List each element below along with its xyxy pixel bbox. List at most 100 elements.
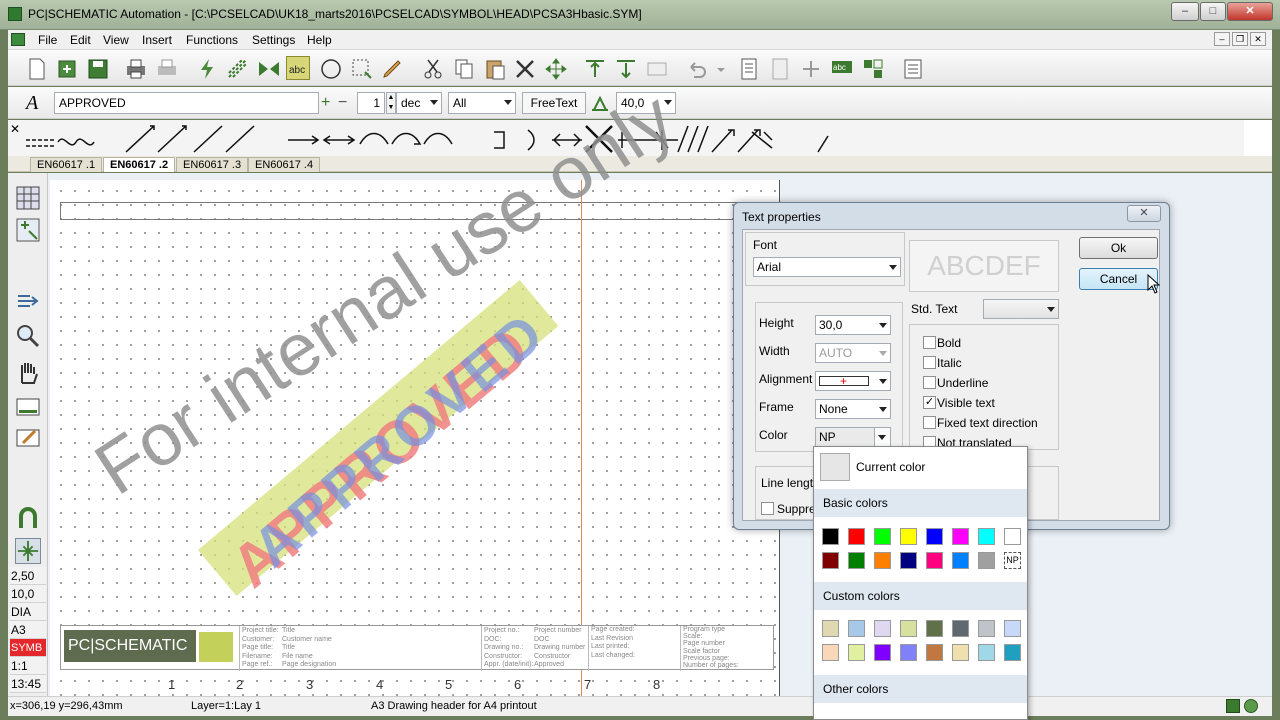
color-swatch[interactable] — [978, 552, 995, 569]
color-swatch[interactable] — [900, 552, 917, 569]
magnet-icon[interactable] — [15, 506, 41, 532]
color-swatch[interactable] — [874, 552, 891, 569]
symbol-palette[interactable] — [22, 122, 862, 156]
new-icon[interactable] — [24, 56, 48, 80]
paste-icon[interactable] — [482, 56, 506, 80]
color-swatch[interactable] — [1004, 620, 1021, 637]
color-swatch[interactable] — [978, 620, 995, 637]
width-select[interactable]: AUTO — [815, 343, 891, 363]
insert-arrow-icon[interactable] — [15, 288, 41, 314]
color-swatch[interactable] — [900, 644, 917, 661]
color-swatch[interactable] — [874, 620, 891, 637]
drawing-sheet[interactable]: For internal use only APPROVED APPROVED … — [50, 76, 780, 696]
page-view-icon[interactable] — [15, 394, 41, 420]
components-icon[interactable] — [860, 56, 884, 80]
align-down-icon[interactable] — [613, 56, 637, 80]
mdi-minimize-button[interactable]: – — [1214, 32, 1230, 46]
color-swatch[interactable] — [952, 644, 969, 661]
fixed-direction-checkbox[interactable] — [923, 416, 936, 429]
list-icon[interactable] — [900, 56, 924, 80]
color-swatch[interactable] — [926, 552, 943, 569]
symbol-mode-badge[interactable]: SYMB — [10, 639, 46, 657]
color-swatch[interactable] — [822, 644, 839, 661]
color-swatch[interactable] — [822, 552, 839, 569]
save-icon[interactable] — [85, 56, 109, 80]
connect-icon[interactable] — [256, 56, 280, 80]
color-swatch[interactable] — [848, 552, 865, 569]
text-style-icon[interactable]: A — [26, 92, 50, 114]
color-swatch[interactable] — [978, 644, 995, 661]
hand-pan-icon[interactable] — [15, 359, 41, 385]
spinner-arrows[interactable]: ▲ ▼ — [386, 92, 396, 114]
color-swatch[interactable] — [1004, 644, 1021, 661]
color-swatch[interactable] — [926, 620, 943, 637]
alignment-select[interactable]: + — [815, 371, 891, 391]
info-status-icon[interactable] — [1244, 699, 1258, 713]
copy-icon[interactable] — [451, 56, 475, 80]
tab-en60617-3[interactable]: EN60617 .3 — [176, 157, 249, 172]
mode-dia[interactable]: DIA — [10, 603, 46, 621]
italic-checkbox[interactable] — [923, 356, 936, 369]
grid-icon[interactable] — [15, 185, 41, 211]
other-colors-header[interactable]: Other colors — [814, 675, 1027, 703]
color-swatch[interactable] — [926, 528, 943, 545]
move-icon[interactable] — [543, 56, 567, 80]
pages-icon[interactable] — [767, 56, 791, 80]
menu-settings[interactable]: Settings — [252, 33, 295, 47]
maximize-button[interactable]: □ — [1200, 2, 1226, 21]
edit-page-icon[interactable] — [15, 425, 41, 451]
text-input[interactable]: APPROVED — [54, 92, 319, 114]
tab-en60617-1[interactable]: EN60617 .1 — [30, 157, 103, 172]
menu-file[interactable]: File — [38, 33, 57, 47]
color-swatch[interactable] — [900, 528, 917, 545]
color-swatch[interactable] — [848, 620, 865, 637]
symbol-bar-close-icon[interactable]: ✕ — [10, 122, 20, 136]
frame-select[interactable]: None — [815, 399, 891, 419]
bold-checkbox[interactable] — [923, 336, 936, 349]
print-preview-icon[interactable] — [154, 56, 178, 80]
color-swatch[interactable] — [978, 528, 995, 545]
color-swatch[interactable] — [926, 644, 943, 661]
suppress-checkbox[interactable] — [761, 502, 774, 515]
wires-icon[interactable] — [225, 56, 249, 80]
visible-text-checkbox[interactable]: ✓ — [923, 396, 936, 409]
mdi-restore-button[interactable]: ❐ — [1232, 32, 1248, 46]
text-height-value[interactable]: 10,0 — [10, 585, 46, 603]
std-text-select[interactable] — [983, 299, 1059, 319]
page-icon[interactable] — [736, 56, 760, 80]
increase-icon[interactable]: + — [321, 94, 330, 112]
color-swatch[interactable] — [1004, 528, 1021, 545]
font-select[interactable]: Arial — [753, 257, 901, 277]
color-swatch[interactable] — [822, 528, 839, 545]
menu-insert[interactable]: Insert — [142, 33, 172, 47]
open-icon[interactable] — [54, 56, 78, 80]
color-swatch[interactable] — [874, 528, 891, 545]
ok-button[interactable]: Ok — [1079, 237, 1158, 259]
snap-icon[interactable] — [15, 538, 41, 564]
decrease-icon[interactable]: − — [338, 94, 347, 112]
tab-en60617-4[interactable]: EN60617 .4 — [248, 157, 321, 172]
minimize-button[interactable]: – — [1171, 2, 1199, 21]
color-swatch[interactable] — [822, 620, 839, 637]
color-select[interactable]: NP — [815, 427, 891, 447]
freetext-button[interactable]: FreeText — [522, 92, 586, 114]
paper-size[interactable]: A3 — [10, 621, 46, 639]
menu-view[interactable]: View — [103, 33, 129, 47]
dialog-close-button[interactable]: ✕ — [1127, 205, 1161, 222]
save-status-icon[interactable] — [1226, 699, 1240, 713]
color-swatch[interactable] — [848, 644, 865, 661]
symbol-select-icon[interactable] — [15, 217, 41, 243]
dec-select[interactable]: dec — [396, 92, 442, 114]
grid-size-value[interactable]: 2,50 — [10, 567, 46, 585]
delete-icon[interactable] — [512, 56, 536, 80]
close-button[interactable]: ✕ — [1227, 2, 1273, 21]
menu-edit[interactable]: Edit — [70, 33, 91, 47]
spell-check-icon[interactable]: abc — [829, 56, 853, 80]
pencil-icon[interactable] — [379, 56, 403, 80]
cut-icon[interactable] — [420, 56, 444, 80]
undo-dropdown-icon[interactable] — [708, 56, 725, 80]
number-spinner[interactable]: 1 — [357, 92, 385, 114]
print-icon[interactable] — [123, 56, 147, 80]
color-swatch[interactable] — [848, 528, 865, 545]
text-tool-icon[interactable]: abc — [286, 56, 310, 80]
